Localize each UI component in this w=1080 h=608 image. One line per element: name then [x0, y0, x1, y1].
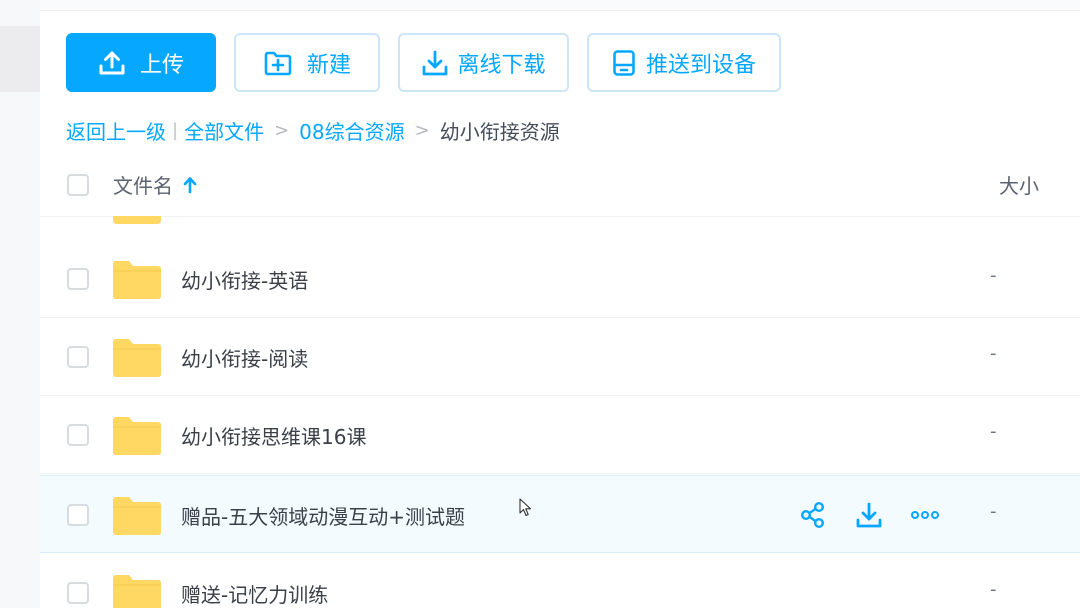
row-checkbox[interactable]	[67, 504, 89, 526]
push-to-device-button-label: 推送到设备	[645, 52, 756, 78]
offline-download-button[interactable]: 离线下载	[398, 33, 569, 92]
folder-icon	[113, 216, 161, 224]
download-icon	[421, 49, 449, 77]
new-folder-button-label: 新建	[306, 52, 351, 78]
file-manager-page: 上传 新建 离线下载 推送到设备 返回上一级 | 全部文件 > 08综合资源 >…	[0, 0, 1080, 608]
size-column-header[interactable]: 大小	[999, 170, 1039, 199]
breadcrumb-separator: >	[414, 119, 430, 141]
push-to-device-button[interactable]: 推送到设备	[587, 33, 781, 92]
select-all-checkbox[interactable]	[67, 174, 89, 196]
top-header-strip	[40, 0, 1080, 11]
offline-download-button-label: 离线下载	[457, 52, 546, 78]
row-checkbox[interactable]	[67, 424, 89, 446]
more-dots-icon[interactable]	[910, 500, 940, 530]
file-name[interactable]: 幼小衔接-阅读	[181, 343, 308, 372]
file-size: -	[990, 343, 997, 364]
share-icon[interactable]	[798, 500, 828, 530]
sort-ascending-arrow-icon[interactable]	[183, 176, 197, 194]
device-icon	[612, 49, 636, 77]
download-icon[interactable]	[854, 500, 884, 530]
file-name[interactable]: 赠品-五大领域动漫互动+测试题	[181, 501, 465, 530]
folder-icon	[113, 339, 161, 377]
table-row[interactable]: 幼小衔接-阅读 -	[40, 318, 1080, 396]
table-row[interactable]: 赠品-五大领域动漫互动+测试题 -	[40, 475, 1080, 553]
table-row[interactable]	[40, 216, 1080, 241]
file-name[interactable]: 幼小衔接-英语	[181, 265, 308, 294]
breadcrumb-parent-link[interactable]: 08综合资源	[299, 116, 404, 145]
breadcrumb-separator: >	[274, 119, 290, 141]
breadcrumb-back-link[interactable]: 返回上一级	[66, 116, 166, 145]
upload-icon	[98, 50, 126, 76]
row-checkbox[interactable]	[67, 268, 89, 290]
file-size: -	[990, 265, 997, 286]
sidebar-active-item[interactable]	[0, 26, 40, 92]
file-list: 幼小衔接-英语 - 幼小衔接-阅读 - 幼小衔接思维课16课 - 赠品-五大领域…	[40, 216, 1080, 608]
toolbar: 上传 新建 离线下载 推送到设备	[66, 33, 781, 92]
table-row[interactable]: 幼小衔接-英语 -	[40, 240, 1080, 318]
breadcrumb-divider: |	[172, 119, 179, 141]
file-name[interactable]: 幼小衔接思维课16课	[181, 421, 366, 450]
file-name[interactable]: 赠送-记忆力训练	[181, 579, 328, 608]
breadcrumb-root-link[interactable]: 全部文件	[184, 116, 264, 145]
row-actions	[798, 500, 940, 530]
upload-button-label: 上传	[139, 52, 184, 78]
mouse-cursor-icon	[519, 498, 532, 517]
row-checkbox[interactable]	[67, 346, 89, 368]
folder-icon	[113, 417, 161, 455]
table-row[interactable]: 赠送-记忆力训练 -	[40, 554, 1080, 608]
upload-button[interactable]: 上传	[66, 33, 216, 92]
breadcrumb-current: 幼小衔接资源	[439, 119, 560, 144]
folder-icon	[113, 497, 161, 535]
file-table-header: 文件名 大小	[40, 158, 1080, 217]
folder-plus-icon	[263, 50, 293, 76]
file-size: -	[990, 579, 997, 600]
folder-icon	[113, 575, 161, 608]
breadcrumb: 返回上一级 | 全部文件 > 08综合资源 > 幼小衔接资源	[66, 116, 560, 144]
file-size: -	[990, 421, 997, 442]
row-checkbox[interactable]	[67, 582, 89, 604]
file-size: -	[990, 501, 997, 522]
left-sidebar	[0, 0, 40, 608]
table-row[interactable]: 幼小衔接思维课16课 -	[40, 396, 1080, 474]
name-column-label: 文件名	[113, 174, 173, 198]
new-folder-button[interactable]: 新建	[234, 33, 380, 92]
name-column-header[interactable]: 文件名	[113, 170, 197, 199]
folder-icon	[113, 261, 161, 299]
